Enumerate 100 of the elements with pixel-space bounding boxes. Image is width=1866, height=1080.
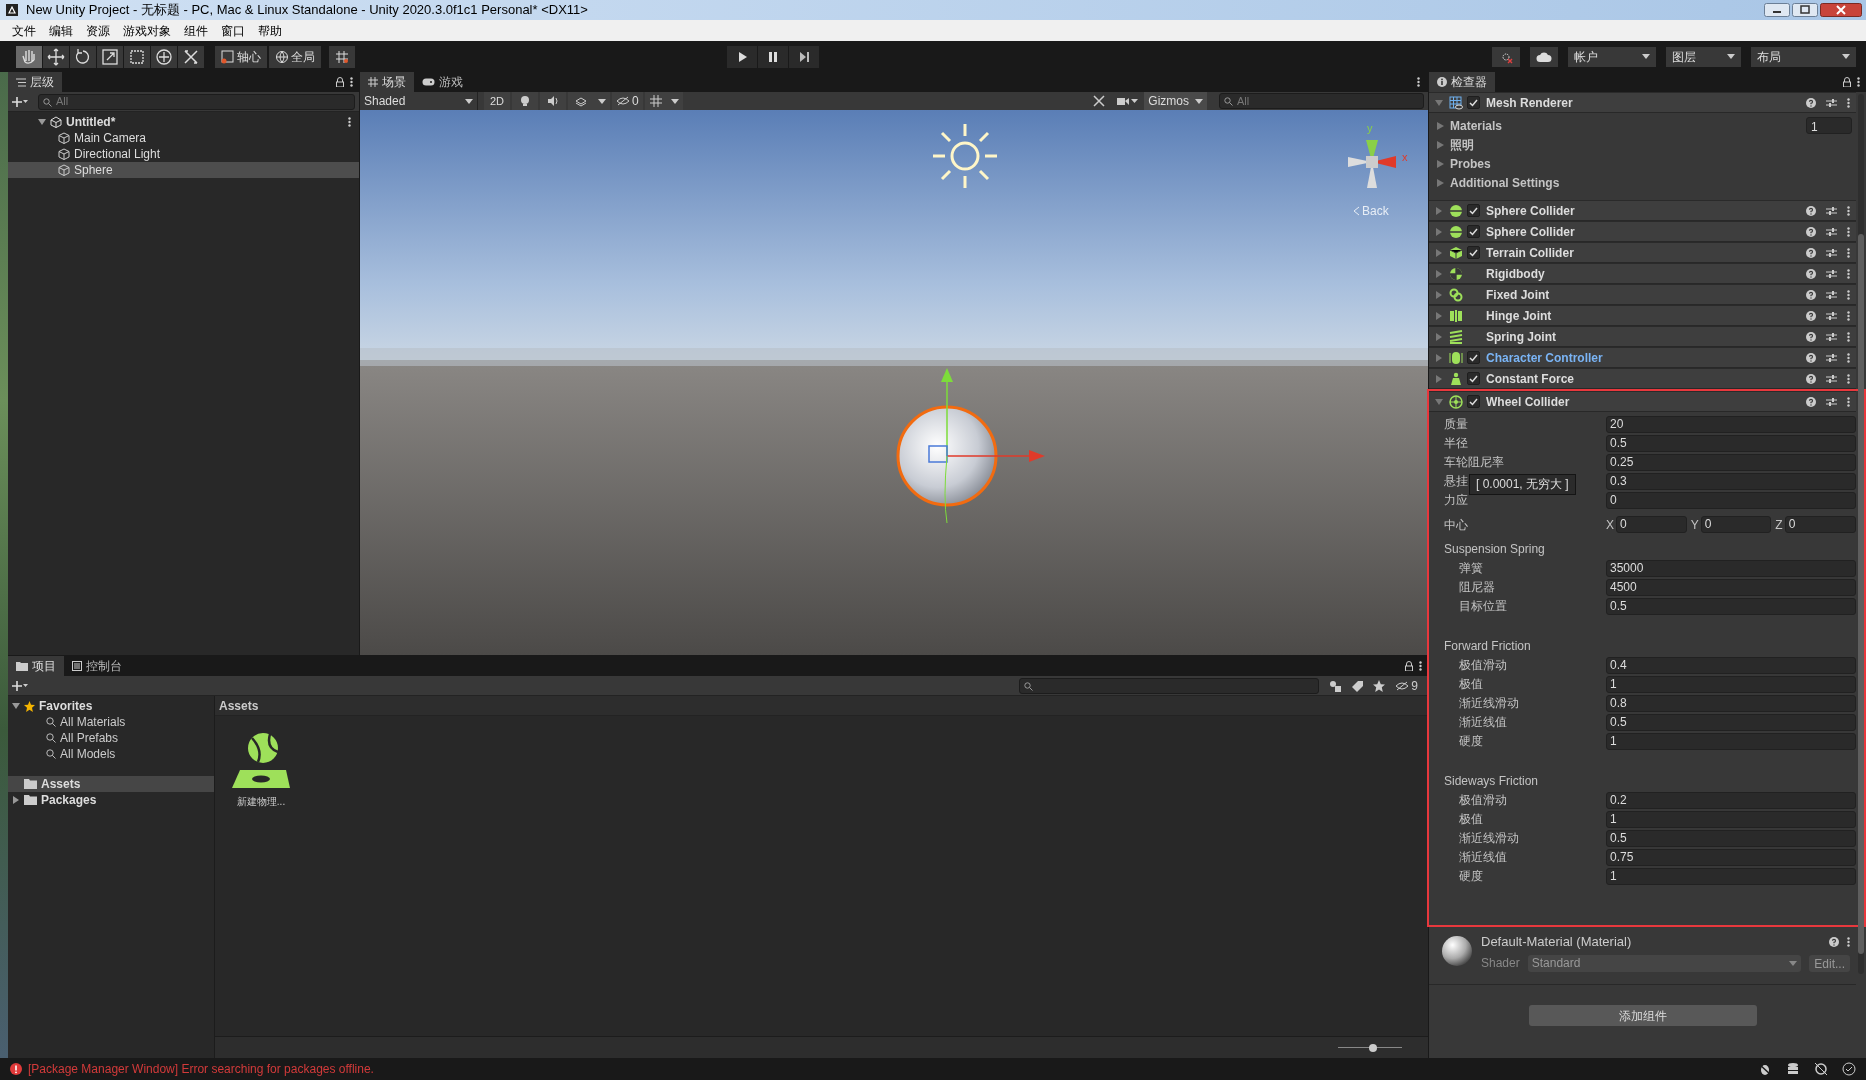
debug-icon[interactable] <box>1758 1062 1772 1076</box>
value-field[interactable]: 1 <box>1606 867 1856 885</box>
scene-search-field[interactable]: All <box>1219 93 1424 109</box>
game-tab[interactable]: 游戏 <box>414 72 471 92</box>
value-field[interactable]: 20 <box>1606 415 1856 433</box>
close-icon[interactable] <box>1820 3 1862 17</box>
value-field[interactable]: 35000 <box>1606 559 1856 577</box>
help-icon[interactable] <box>1806 310 1816 321</box>
value-field[interactable]: 0.5 <box>1606 713 1856 731</box>
collab-button[interactable] <box>1492 46 1520 67</box>
foldout-section[interactable]: Materials 1 <box>1429 116 1856 135</box>
more-icon[interactable] <box>1847 937 1850 947</box>
value-field[interactable]: 0.5 <box>1606 829 1856 847</box>
hidden-objects-toggle[interactable]: 0 <box>612 92 643 110</box>
component-header[interactable]: Character Controller <box>1429 347 1856 368</box>
favorites-search-item[interactable]: All Prefabs <box>8 730 214 746</box>
more-icon[interactable] <box>1847 331 1850 342</box>
rect-tool-button[interactable] <box>124 45 151 68</box>
value-field[interactable]: 0.3 <box>1606 472 1856 490</box>
preset-icon[interactable] <box>1826 310 1837 321</box>
physics-material-icon[interactable] <box>232 732 290 790</box>
help-icon[interactable] <box>1806 289 1816 300</box>
cloud-button[interactable] <box>1530 46 1558 67</box>
more-icon[interactable] <box>1847 373 1850 384</box>
project-search-field[interactable] <box>1019 677 1320 694</box>
scene-menu-icon[interactable] <box>348 117 351 127</box>
component-name[interactable]: Character Controller <box>1486 348 1603 367</box>
enabled-checkbox[interactable] <box>1467 96 1480 109</box>
lighting-toggle[interactable] <box>512 92 539 110</box>
component-header[interactable]: Terrain Collider <box>1429 242 1856 263</box>
hierarchy-search-field[interactable]: All <box>38 93 355 110</box>
slider-thumb[interactable] <box>1368 1043 1377 1052</box>
help-icon[interactable] <box>1806 373 1816 384</box>
component-name[interactable]: Terrain Collider <box>1486 243 1574 262</box>
component-name[interactable]: Rigidbody <box>1486 264 1545 283</box>
cache-server-icon[interactable] <box>1786 1062 1800 1076</box>
component-header[interactable]: Fixed Joint <box>1429 284 1856 305</box>
enabled-checkbox[interactable] <box>1467 395 1480 408</box>
effects-dropdown[interactable] <box>594 92 611 110</box>
lock-icon[interactable] <box>1843 77 1851 87</box>
project-tab[interactable]: 项目 <box>8 656 64 676</box>
minimize-icon[interactable] <box>1764 3 1790 17</box>
pause-button[interactable] <box>758 45 788 68</box>
value-field[interactable]: 0.75 <box>1606 848 1856 866</box>
preset-icon[interactable] <box>1826 226 1837 237</box>
create-button[interactable] <box>12 679 28 692</box>
help-icon[interactable] <box>1806 205 1816 216</box>
help-icon[interactable] <box>1806 247 1816 258</box>
hierarchy-item[interactable]: Directional Light <box>8 146 359 162</box>
component-header[interactable]: Wheel Collider <box>1429 391 1856 412</box>
scrollbar[interactable] <box>1857 94 1865 974</box>
preset-icon[interactable] <box>1826 247 1837 258</box>
2d-toggle[interactable]: 2D <box>484 92 511 110</box>
folder-item[interactable]: Assets <box>8 776 214 792</box>
value-field[interactable]: 0.25 <box>1606 453 1856 471</box>
preset-icon[interactable] <box>1826 396 1837 407</box>
label-icon[interactable] <box>1351 679 1364 692</box>
component-header[interactable]: Rigidbody <box>1429 263 1856 284</box>
hierarchy-item[interactable]: Sphere <box>8 162 359 178</box>
value-field[interactable]: 0 <box>1616 516 1687 533</box>
component-name[interactable]: Hinge Joint <box>1486 306 1552 325</box>
component-name[interactable]: Sphere Collider <box>1486 222 1575 241</box>
foldout-section[interactable]: Probes <box>1429 154 1856 173</box>
zoom-slider[interactable] <box>1338 1042 1402 1053</box>
layers-dropdown[interactable]: 图层 <box>1666 46 1741 67</box>
enabled-checkbox[interactable] <box>1467 204 1480 217</box>
move-tool-button[interactable] <box>43 45 70 68</box>
more-icon[interactable] <box>1847 396 1850 407</box>
breadcrumb[interactable]: Assets <box>219 696 259 715</box>
effects-toggle[interactable] <box>568 92 595 110</box>
value-field[interactable]: 4500 <box>1606 578 1856 596</box>
more-icon[interactable] <box>1847 352 1850 363</box>
preset-icon[interactable] <box>1826 268 1837 279</box>
value-field[interactable]: 0 <box>1606 491 1856 509</box>
layout-dropdown[interactable]: 布局 <box>1751 46 1856 67</box>
more-icon[interactable] <box>1847 310 1850 321</box>
maximize-icon[interactable] <box>1792 3 1818 17</box>
component-header[interactable]: Mesh Renderer <box>1429 92 1856 113</box>
hand-tool-button[interactable] <box>16 45 43 68</box>
help-icon[interactable] <box>1829 937 1839 947</box>
enabled-checkbox[interactable] <box>1467 246 1480 259</box>
transform-tool-button[interactable] <box>151 45 178 68</box>
preset-icon[interactable] <box>1826 97 1837 108</box>
play-button[interactable] <box>727 45 757 68</box>
custom-tool-button[interactable] <box>178 45 205 68</box>
value-field[interactable]: 1 <box>1606 675 1856 693</box>
grid-toggle[interactable] <box>644 92 667 110</box>
panel-menu-icon[interactable] <box>1417 77 1420 87</box>
menu-item[interactable]: 游戏对象 <box>117 21 177 40</box>
asset-label[interactable]: 新建物理... <box>236 794 286 809</box>
favorites-search-item[interactable]: All Models <box>8 746 214 762</box>
search-by-type-icon[interactable] <box>1329 679 1342 692</box>
component-header[interactable]: Constant Force <box>1429 368 1856 389</box>
value-field[interactable]: 0 <box>1700 516 1772 533</box>
help-icon[interactable] <box>1806 268 1816 279</box>
more-icon[interactable] <box>1419 661 1422 671</box>
enabled-checkbox[interactable] <box>1467 225 1480 238</box>
count-field[interactable]: 1 <box>1806 117 1852 134</box>
menu-item[interactable]: 文件 <box>6 21 42 40</box>
star-icon[interactable] <box>1373 679 1386 692</box>
